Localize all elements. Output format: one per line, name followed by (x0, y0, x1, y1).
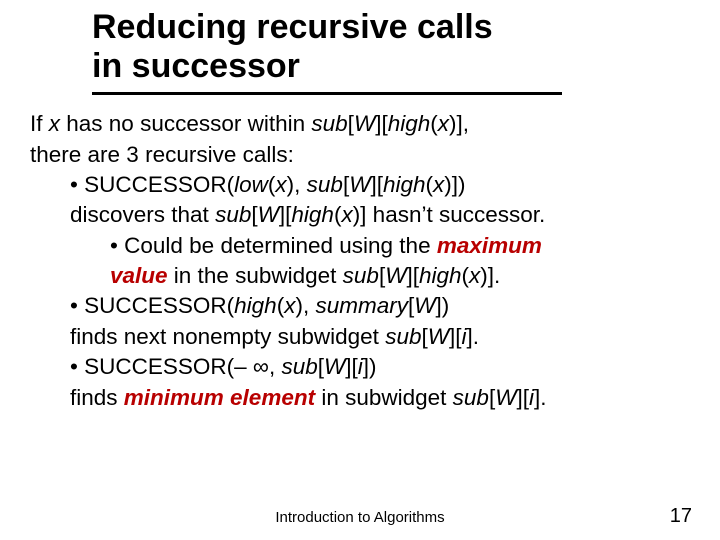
emphasis-value: value (110, 263, 168, 288)
slide: Reducing recursive calls in successor If… (0, 0, 720, 540)
line-5: • Could be determined using the maximum (30, 231, 690, 261)
footer-text: Introduction to Algorithms (0, 509, 720, 526)
line-4: discovers that sub[W][high(x)] hasn’t su… (30, 200, 690, 230)
line-7: • SUCCESSOR(high(x), summary[W]) (30, 291, 690, 321)
line-2: there are 3 recursive calls: (30, 140, 690, 170)
slide-title: Reducing recursive calls in successor (92, 8, 690, 86)
line-9: • SUCCESSOR(– ∞, sub[W][i]) (30, 352, 690, 382)
slide-body: If x has no successor within sub[W][high… (30, 109, 690, 413)
title-line-2: in successor (92, 47, 300, 85)
title-line-1: Reducing recursive calls (92, 8, 493, 46)
line-1: If x has no successor within sub[W][high… (30, 109, 690, 139)
emphasis-minimum-element: minimum element (124, 385, 315, 410)
line-6: value in the subwidget sub[W][high(x)]. (30, 261, 690, 291)
emphasis-maximum: maximum (437, 233, 542, 258)
line-8: finds next nonempty subwidget sub[W][i]. (30, 322, 690, 352)
page-number: 17 (670, 505, 692, 528)
line-3: • SUCCESSOR(low(x), sub[W][high(x)]) (30, 170, 690, 200)
line-10: finds minimum element in subwidget sub[W… (30, 383, 690, 413)
title-underline (92, 92, 562, 95)
